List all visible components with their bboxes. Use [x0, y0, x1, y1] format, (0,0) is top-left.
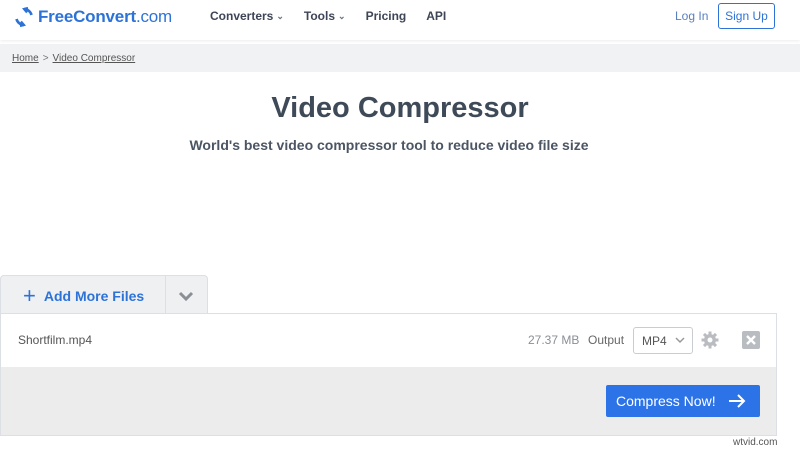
plus-icon: + [23, 282, 36, 308]
file-row: Shortfilm.mp4 27.37 MB Output MP4 [0, 313, 777, 368]
page-title: Video Compressor [271, 92, 529, 124]
breadcrumb-separator: > [42, 52, 49, 64]
nav-tools-label: Tools [303, 9, 336, 23]
refresh-logo-icon [15, 6, 33, 28]
add-more-files-button[interactable]: + Add More Files [1, 276, 165, 315]
output-label: Output [588, 333, 625, 347]
logo-text: FreeConvert.com [38, 7, 172, 26]
add-more-files-label: Add More Files [43, 287, 145, 304]
add-files-dropdown-toggle[interactable] [164, 276, 207, 315]
output-format-value: MP4 [642, 333, 667, 348]
add-files-tab: + Add More Files [0, 275, 208, 315]
arrow-right-icon [729, 394, 746, 408]
action-bar: Compress Now! [0, 367, 777, 436]
compress-now-button[interactable]: Compress Now! [606, 385, 760, 417]
output-format-select[interactable]: MP4 [633, 327, 693, 354]
main-nav: Converters ⌄ Tools ⌄ Pricing API [210, 9, 466, 23]
watermark: wtvid.com [733, 437, 778, 448]
top-header: FreeConvert.com Converters ⌄ Tools ⌄ Pri… [0, 0, 800, 40]
nav-converters-label: Converters [210, 9, 274, 23]
nav-tools[interactable]: Tools ⌄ [304, 9, 346, 23]
nav-api-label: API [426, 9, 447, 23]
breadcrumb-current[interactable]: Video Compressor [53, 53, 136, 64]
chevron-down-icon: ⌄ [276, 10, 284, 21]
signup-button[interactable]: Sign Up [718, 3, 775, 29]
close-icon[interactable] [742, 331, 760, 349]
compress-now-label: Compress Now! [616, 393, 716, 409]
chevron-down-icon [675, 337, 685, 344]
nav-pricing-label: Pricing [365, 9, 407, 23]
nav-pricing[interactable]: Pricing [366, 9, 407, 23]
chevron-down-icon [179, 291, 194, 301]
nav-api[interactable]: API [426, 9, 446, 23]
file-size: 27.37 MB [528, 333, 580, 347]
breadcrumb-home[interactable]: Home [12, 53, 39, 64]
login-link[interactable]: Log In [675, 9, 708, 23]
chevron-down-icon: ⌄ [338, 10, 346, 21]
file-name: Shortfilm.mp4 [18, 333, 93, 347]
page-subtitle: World's best video compressor tool to re… [189, 137, 589, 153]
gear-icon[interactable] [701, 331, 719, 349]
nav-converters[interactable]: Converters ⌄ [210, 9, 284, 23]
breadcrumb: Home > Video Compressor [0, 44, 800, 72]
freeconvert-logo[interactable]: FreeConvert.com [14, 6, 172, 28]
